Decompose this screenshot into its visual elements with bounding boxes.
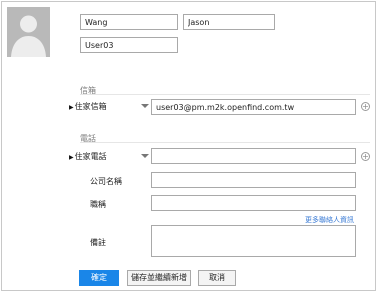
expand-triangle-icon: ▶ [69, 154, 74, 161]
person-silhouette-icon [7, 7, 50, 57]
chevron-down-icon[interactable] [141, 104, 149, 108]
add-email-icon[interactable]: + [361, 102, 370, 111]
email-section-divider [80, 94, 370, 95]
last-name-input[interactable] [80, 14, 178, 30]
company-input[interactable] [151, 172, 356, 188]
note-label: 備註 [90, 238, 106, 247]
email-type-selector[interactable]: ▶住家信箱 [69, 101, 107, 112]
save-and-add-new-button[interactable]: 儲存並繼續新增 [127, 270, 191, 286]
phone-input[interactable] [151, 148, 356, 164]
email-type-label: 住家信箱 [74, 102, 107, 111]
job-title-input[interactable] [151, 195, 356, 211]
phone-type-selector[interactable]: ▶住家電話 [69, 151, 107, 162]
phone-section-divider [80, 142, 370, 143]
job-title-label: 職稱 [90, 200, 106, 209]
phone-type-label: 住家電話 [74, 152, 107, 161]
chevron-down-icon[interactable] [141, 154, 149, 158]
expand-triangle-icon: ▶ [69, 104, 74, 111]
add-phone-icon[interactable]: + [361, 152, 370, 161]
company-label: 公司名稱 [90, 177, 122, 186]
first-name-input[interactable] [183, 14, 275, 30]
confirm-button[interactable]: 確定 [79, 270, 119, 286]
display-name-input[interactable] [80, 37, 178, 53]
email-input[interactable] [151, 99, 356, 115]
note-textarea[interactable] [151, 225, 356, 257]
cancel-button[interactable]: 取消 [198, 270, 236, 286]
more-contact-info-link[interactable]: 更多聯絡人資訊 [305, 215, 354, 225]
avatar[interactable] [7, 7, 50, 57]
